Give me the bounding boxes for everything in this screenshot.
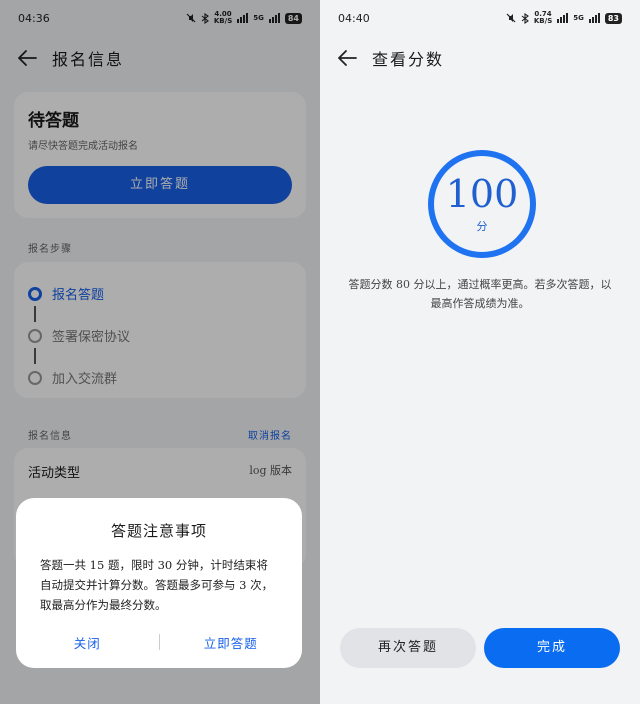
signal-icon-2 [588, 13, 600, 23]
score-screen: 04:40 0.74 KB/S 5G 83 查看分数 100 分 答题分数 80 … [320, 0, 640, 704]
close-button[interactable]: 关闭 [16, 633, 159, 652]
score-note: 答题分数 80 分以上，通过概率更高。若多次答题，以最高作答成绩为准。 [348, 278, 612, 310]
retry-quiz-button[interactable]: 再次答题 [340, 628, 476, 668]
status-time: 04:40 [338, 11, 370, 25]
dialog-body: 答题一共 15 题，限时 30 分钟，计时结束将自动提交并计算分数。答题最多可参… [40, 558, 274, 612]
registration-screen: 04:36 4.00 KB/S 5G 84 报名信息 待答题 请尽快答题完成活动报… [0, 0, 320, 704]
back-arrow-icon[interactable] [336, 47, 358, 69]
score-ring: 100 分 [428, 150, 536, 258]
dialog-start-quiz-button[interactable]: 立即答题 [160, 633, 303, 652]
dialog-actions: 关闭 立即答题 [16, 630, 302, 654]
dialog-title: 答题注意事项 [110, 522, 207, 540]
network-type: 5G [573, 13, 584, 22]
score-unit: 分 [476, 220, 488, 233]
header: 查看分数 [320, 42, 640, 74]
bluetooth-icon [521, 12, 529, 24]
battery-icon: 83 [604, 12, 622, 24]
done-button[interactable]: 完成 [484, 628, 620, 668]
page-title: 查看分数 [372, 50, 445, 69]
status-bar: 04:40 0.74 KB/S 5G 83 [320, 0, 640, 36]
net-speed-unit: KB/S [533, 17, 553, 25]
score-value: 100 [445, 172, 519, 216]
signal-icon [557, 13, 569, 23]
quiz-notice-dialog: 答题注意事项 答题一共 15 题，限时 30 分钟，计时结束将自动提交并计算分数… [16, 498, 302, 668]
mute-icon [506, 13, 516, 23]
